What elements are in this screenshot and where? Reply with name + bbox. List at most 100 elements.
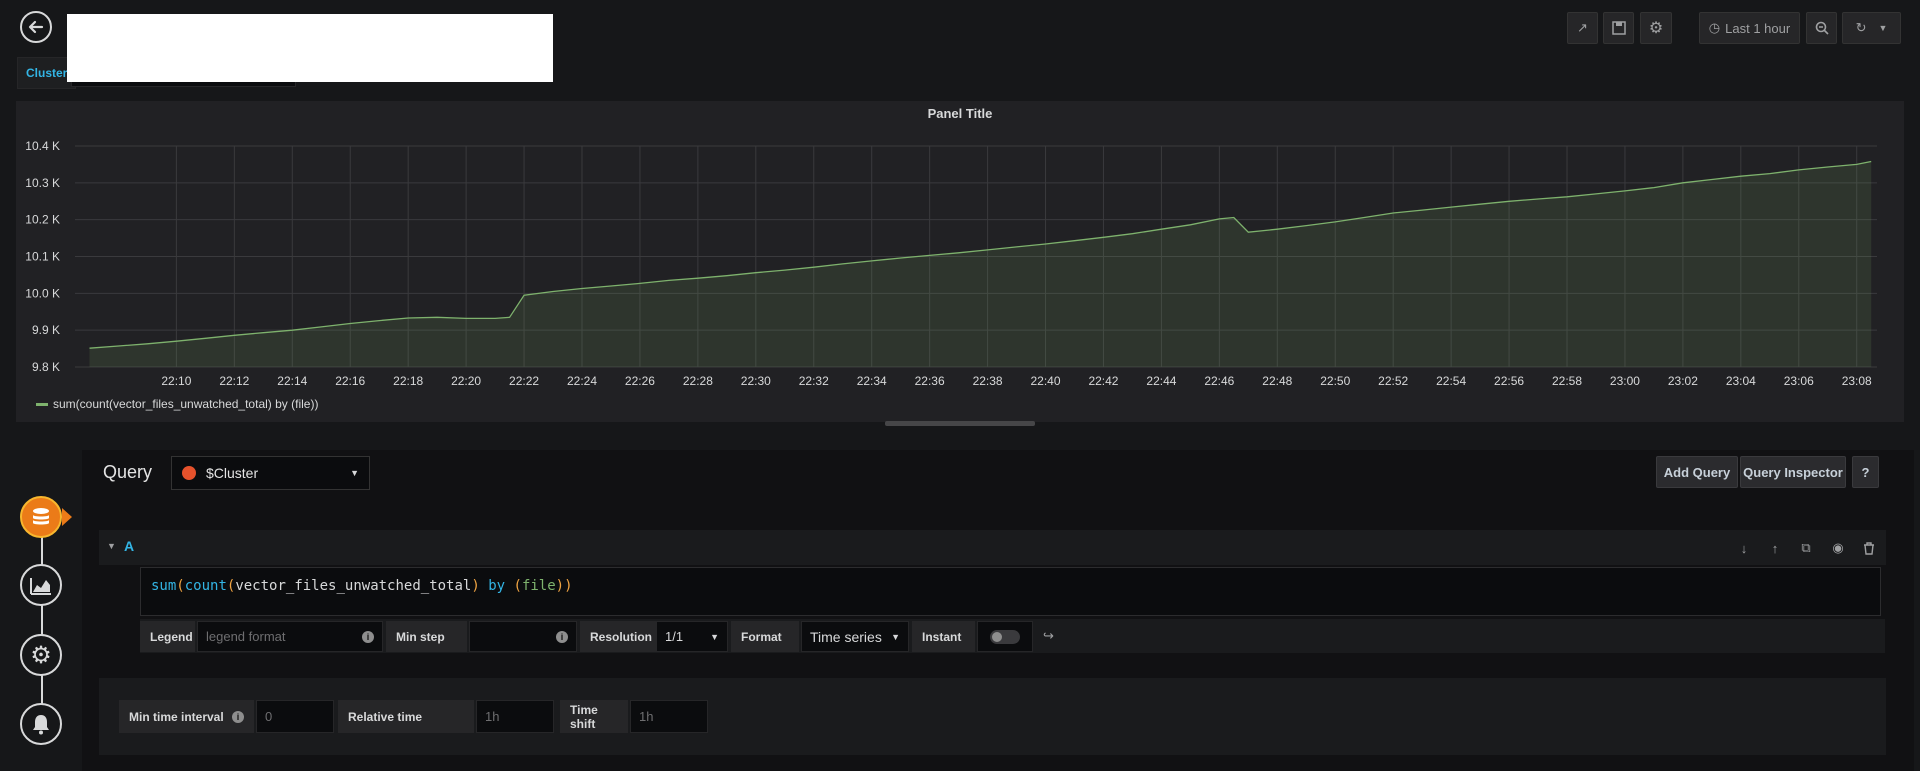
x-tick-label: 22:24: [567, 374, 597, 388]
legend-swatch: [36, 402, 48, 406]
y-tick-label: 10.1 K: [25, 250, 60, 264]
query-ref-id[interactable]: A: [124, 538, 134, 554]
x-tick-label: 22:54: [1436, 374, 1466, 388]
caret-down-icon: ▼: [891, 631, 900, 642]
resolution-select[interactable]: 1/1 ▼: [656, 621, 728, 652]
series-area: [89, 161, 1872, 367]
min-time-interval-label: Min time interval i: [119, 700, 254, 733]
y-tick-label: 10.2 K: [25, 213, 60, 227]
expr-metric: vector_files_unwatched_total: [235, 578, 472, 594]
x-tick-label: 22:56: [1494, 374, 1524, 388]
min-time-interval-input[interactable]: 0: [256, 700, 334, 733]
database-icon: [33, 508, 49, 525]
format-select[interactable]: Time series ▼: [801, 621, 909, 652]
x-tick-label: 23:08: [1842, 374, 1872, 388]
bell-icon: [33, 715, 49, 735]
x-tick-label: 22:16: [335, 374, 365, 388]
x-tick-label: 22:48: [1262, 374, 1292, 388]
collapse-caret-icon[interactable]: ▼: [107, 541, 116, 551]
format-label: Format: [731, 621, 799, 652]
instant-toggle-switch: [990, 629, 1020, 644]
graph-legend[interactable]: sum(count(vector_files_unwatched_total) …: [36, 397, 318, 411]
queries-tab[interactable]: [20, 496, 62, 538]
x-tick-label: 22:18: [393, 374, 423, 388]
legend-label: Legend: [140, 621, 195, 652]
y-tick-label: 9.8 K: [32, 360, 60, 374]
x-tick-label: 22:52: [1378, 374, 1408, 388]
expr-fn-count: count: [184, 578, 227, 594]
x-tick-label: 22:14: [277, 374, 307, 388]
duplicate-icon[interactable]: ⧉: [1798, 540, 1814, 556]
legend-format-input[interactable]: legend format i: [197, 621, 383, 652]
expr-fn-sum: sum: [151, 578, 177, 594]
x-tick-label: 23:00: [1610, 374, 1640, 388]
x-tick-label: 22:22: [509, 374, 539, 388]
expr-keyword-by: by: [488, 578, 506, 594]
info-icon[interactable]: i: [362, 630, 374, 643]
x-tick-label: 22:20: [451, 374, 481, 388]
y-tick-label: 10.4 K: [25, 139, 60, 153]
relative-time-input[interactable]: 1h: [476, 700, 554, 733]
resolution-label: Resolution: [580, 621, 658, 652]
x-tick-label: 22:36: [915, 374, 945, 388]
editor-rail-line: [41, 517, 43, 727]
eye-icon[interactable]: ◉: [1830, 540, 1846, 556]
time-shift-placeholder: 1h: [639, 709, 654, 724]
external-link-icon[interactable]: ↪: [1043, 628, 1054, 644]
time-shift-input[interactable]: 1h: [630, 700, 708, 733]
x-tick-label: 22:40: [1031, 374, 1061, 388]
caret-down-icon: ▼: [350, 468, 359, 478]
caret-down-icon: ▼: [710, 631, 719, 642]
gear-icon: ⚙: [30, 641, 52, 669]
expr-label: file: [521, 578, 556, 594]
x-tick-label: 22:30: [741, 374, 771, 388]
legend-format-placeholder: legend format: [206, 629, 286, 644]
x-tick-label: 22:28: [683, 374, 713, 388]
active-tab-pointer: [62, 508, 72, 526]
y-tick-label: 10.0 K: [25, 286, 60, 300]
help-button[interactable]: ?: [1852, 456, 1879, 488]
query-expression-editor[interactable]: sum(count(vector_files_unwatched_total) …: [140, 567, 1881, 616]
relative-time-label: Relative time: [338, 700, 474, 733]
format-value: Time series: [810, 628, 882, 645]
general-tab[interactable]: ⚙: [20, 634, 62, 676]
visualization-tab[interactable]: [20, 564, 62, 606]
area-chart-icon: [30, 578, 51, 595]
info-icon[interactable]: i: [556, 630, 568, 643]
panel-resize-handle[interactable]: [885, 421, 1035, 426]
trash-icon[interactable]: [1861, 540, 1877, 556]
x-tick-label: 22:58: [1552, 374, 1582, 388]
y-tick-label: 10.3 K: [25, 176, 60, 190]
prometheus-icon: [182, 466, 196, 480]
move-down-icon[interactable]: ↓: [1736, 540, 1752, 556]
add-query-button[interactable]: Add Query: [1656, 456, 1738, 488]
datasource-select[interactable]: $Cluster ▼: [171, 456, 370, 490]
query-inspector-button[interactable]: Query Inspector: [1740, 456, 1846, 488]
instant-label: Instant: [912, 621, 975, 652]
alert-tab[interactable]: [20, 703, 62, 745]
move-up-icon[interactable]: ↑: [1767, 540, 1783, 556]
x-tick-label: 22:12: [219, 374, 249, 388]
x-tick-label: 23:04: [1726, 374, 1756, 388]
min-step-input[interactable]: i: [469, 621, 577, 652]
query-row-header: [99, 530, 1886, 565]
x-tick-label: 22:26: [625, 374, 655, 388]
x-tick-label: 22:46: [1204, 374, 1234, 388]
instant-toggle[interactable]: [977, 621, 1033, 652]
query-title: Query: [103, 462, 153, 482]
x-tick-label: 22:50: [1320, 374, 1350, 388]
datasource-name: $Cluster: [206, 465, 259, 481]
x-tick-label: 22:32: [799, 374, 829, 388]
resolution-value: 1/1: [665, 629, 684, 644]
x-tick-label: 23:06: [1784, 374, 1814, 388]
y-tick-label: 9.9 K: [32, 323, 60, 337]
x-tick-label: 22:42: [1088, 374, 1118, 388]
min-time-interval-placeholder: 0: [265, 709, 273, 724]
min-step-label: Min step: [386, 621, 467, 652]
info-icon[interactable]: i: [232, 710, 244, 723]
x-tick-label: 22:44: [1146, 374, 1176, 388]
time-shift-label: Time shift: [560, 700, 628, 733]
x-tick-label: 22:34: [857, 374, 887, 388]
x-tick-label: 22:10: [161, 374, 191, 388]
relative-time-placeholder: 1h: [485, 709, 500, 724]
